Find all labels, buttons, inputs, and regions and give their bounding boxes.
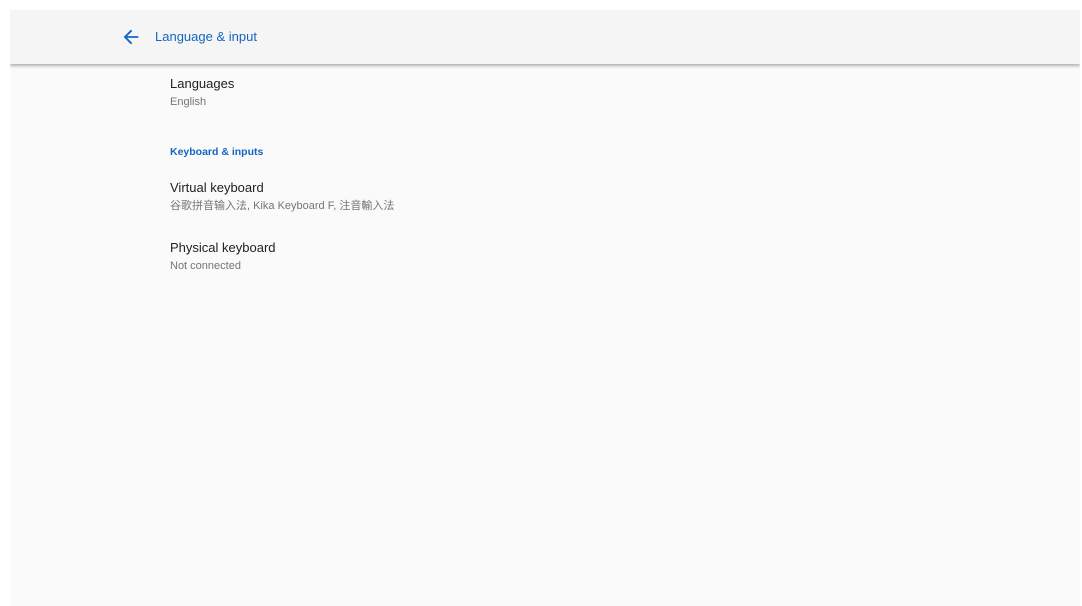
virtual-keyboard-summary: 谷歌拼音输入法, Kika Keyboard F, 注音輸入法 — [170, 200, 395, 212]
physical-keyboard-title: Physical keyboard — [170, 240, 276, 255]
virtual-keyboard-title: Virtual keyboard — [170, 180, 264, 195]
preference-list: Languages English Keyboard & inputs Virt… — [10, 64, 1080, 606]
languages-title: Languages — [170, 76, 235, 91]
keyboard-inputs-category-header: Keyboard & inputs — [170, 146, 264, 158]
arrow-back-icon — [123, 29, 139, 45]
page-title: Language & input — [155, 29, 257, 44]
virtual-keyboard-preference[interactable]: Virtual keyboard 谷歌拼音输入法, Kika Keyboard … — [170, 180, 1050, 213]
settings-screen: Language & input Languages English Keybo… — [10, 10, 1080, 606]
physical-keyboard-summary: Not connected — [170, 260, 241, 272]
physical-keyboard-preference[interactable]: Physical keyboard Not connected — [170, 240, 1050, 273]
app-bar: Language & input — [10, 10, 1080, 64]
back-button[interactable] — [116, 22, 146, 52]
languages-summary: English — [170, 96, 207, 108]
languages-preference[interactable]: Languages English — [170, 76, 1050, 109]
